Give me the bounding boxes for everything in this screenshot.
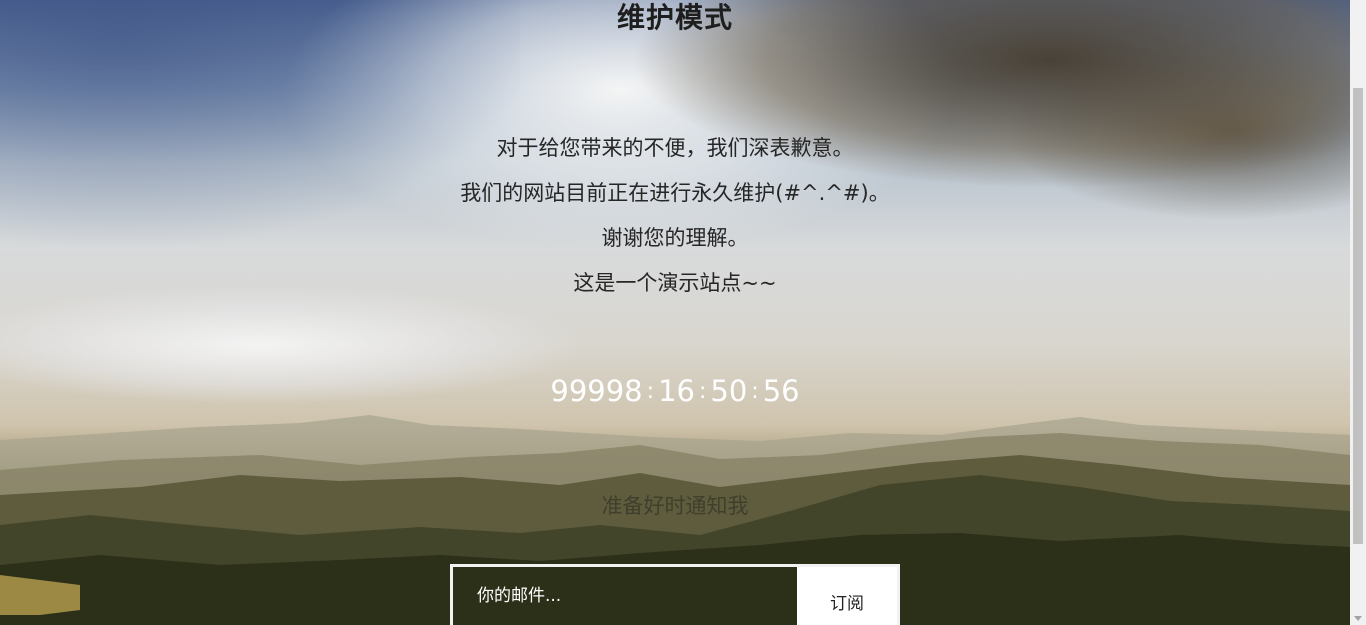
message-line: 谢谢您的理解。 <box>601 226 749 250</box>
countdown-separator: : <box>646 379 655 404</box>
scrollbar[interactable] <box>1350 0 1366 625</box>
countdown-separator: : <box>698 379 707 404</box>
countdown-hours: 16 <box>658 374 695 408</box>
scrollbar-thumb[interactable] <box>1353 88 1363 544</box>
maintenance-page: 维护模式 对于给您带来的不便，我们深表歉意。 我们的网站目前正在进行永久维护(#… <box>0 0 1366 625</box>
countdown-separator: : <box>751 379 759 404</box>
message-line: 对于给您带来的不便，我们深表歉意。 <box>496 136 854 160</box>
message-line: 这是一个演示站点~~ <box>573 271 777 295</box>
countdown-timer: 99998:16:50:56 <box>0 374 1350 408</box>
maintenance-message: 对于给您带来的不便，我们深表歉意。 我们的网站目前正在进行永久维护(#^.^#)… <box>0 126 1350 306</box>
countdown-seconds: 56 <box>762 374 800 408</box>
scroll-down-arrow-icon[interactable] <box>1354 616 1362 621</box>
message-line: 我们的网站目前正在进行永久维护(#^.^#)。 <box>460 181 890 205</box>
notify-heading: 准备好时通知我 <box>601 494 749 518</box>
subscribe-form: 订阅 <box>450 564 900 625</box>
page-title: 维护模式 <box>616 1 733 34</box>
countdown-minutes: 50 <box>710 374 748 408</box>
subscribe-button[interactable]: 订阅 <box>797 567 897 625</box>
email-input[interactable] <box>453 567 797 625</box>
countdown-days: 99998 <box>550 374 643 408</box>
